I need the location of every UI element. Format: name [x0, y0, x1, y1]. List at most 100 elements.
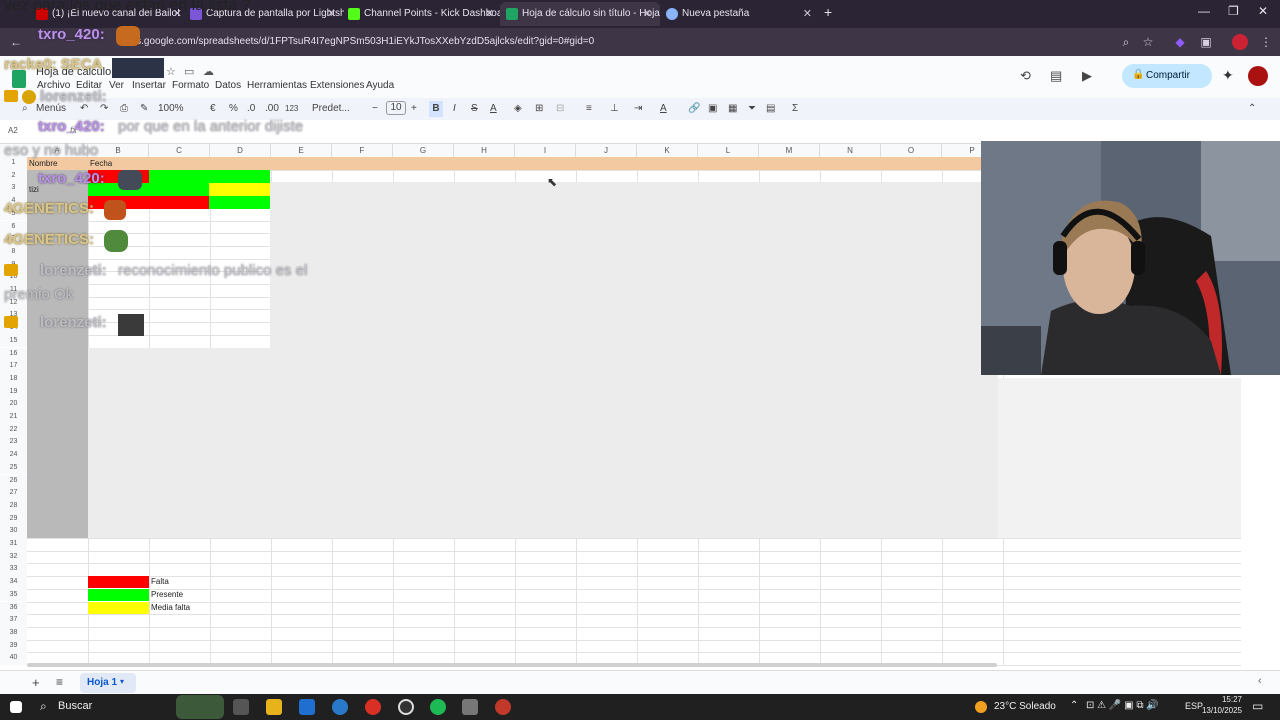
row-header[interactable]: 3 — [0, 182, 27, 196]
row-header[interactable]: 2 — [0, 169, 27, 183]
text-wrap-icon[interactable]: ⇥ — [634, 101, 642, 117]
font-select[interactable]: Predet... — [312, 101, 350, 117]
currency-button[interactable]: € — [210, 101, 216, 117]
percent-button[interactable]: % — [229, 101, 238, 117]
borders-icon[interactable]: ⊞ — [535, 101, 543, 117]
row-header[interactable]: 21 — [0, 411, 27, 424]
browser-tab[interactable]: Nueva pestaña ✕ — [660, 2, 820, 26]
row-header[interactable]: 31 — [0, 538, 27, 551]
insert-link-icon[interactable]: 🔗 — [688, 101, 700, 117]
sheet-tab-active[interactable]: Hoja 1 ▾ — [80, 673, 136, 693]
settings-gear-icon[interactable] — [462, 699, 478, 715]
column-header[interactable]: N — [820, 144, 881, 157]
move-folder-icon[interactable]: ▭ — [184, 65, 194, 78]
row-header[interactable]: 28 — [0, 499, 27, 513]
spotify-icon[interactable] — [430, 699, 446, 715]
row-header[interactable]: 27 — [0, 487, 27, 500]
menu-herramientas[interactable]: Herramientas — [247, 80, 307, 91]
column-header[interactable]: H — [454, 144, 515, 157]
row-header[interactable]: 33 — [0, 563, 27, 577]
close-icon[interactable]: ✕ — [327, 2, 336, 26]
row-header[interactable]: 17 — [0, 360, 27, 373]
search-icon[interactable]: ⌕ — [40, 699, 47, 714]
row-header[interactable]: 16 — [0, 347, 27, 361]
history-icon[interactable]: ⟲ — [1020, 68, 1031, 84]
chrome-icon[interactable] — [365, 699, 381, 715]
column-header[interactable]: E — [271, 144, 332, 157]
row-header[interactable]: 34 — [0, 576, 27, 589]
close-icon[interactable]: ✕ — [643, 2, 652, 26]
row-header[interactable]: 36 — [0, 601, 27, 615]
cell-d3-media-falta[interactable] — [209, 183, 270, 196]
column-header[interactable]: J — [576, 144, 637, 157]
row-header[interactable]: 26 — [0, 474, 27, 488]
row-header[interactable]: 29 — [0, 512, 27, 526]
browser-menu-icon[interactable]: ⋮ — [1258, 34, 1274, 50]
cell-c2-presente[interactable] — [149, 170, 270, 183]
text-rotation-icon[interactable]: A — [660, 101, 667, 117]
row-header[interactable]: 30 — [0, 525, 27, 538]
menu-ayuda[interactable]: Ayuda — [366, 80, 394, 91]
collapse-menus-icon[interactable]: ⌃ — [1248, 101, 1256, 117]
chevron-down-icon[interactable]: ▾ — [120, 677, 124, 686]
clock-date[interactable]: 13/10/2025 — [1200, 706, 1242, 715]
cell-a1[interactable]: Nombre — [27, 158, 88, 170]
row-header[interactable]: 39 — [0, 639, 27, 653]
comments-icon[interactable]: ▤ — [1050, 68, 1062, 84]
menu-extensiones[interactable]: Extensiones — [310, 80, 364, 91]
merge-cells-icon[interactable]: ⊟ — [556, 101, 564, 117]
filter-icon[interactable]: ⏷ — [748, 101, 756, 117]
font-size-increase-icon[interactable]: + — [411, 101, 417, 117]
tray-chevron-icon[interactable]: ⌃ — [1070, 700, 1078, 711]
legend-label-presente[interactable]: Presente — [149, 589, 183, 601]
weather-text[interactable]: 23°C Soleado — [994, 701, 1056, 712]
close-icon[interactable]: ✕ — [803, 2, 812, 26]
browser-tab[interactable]: Channel Points - Kick Dashboard ✕ — [342, 2, 502, 26]
column-header[interactable]: I — [515, 144, 576, 157]
row-header[interactable]: 35 — [0, 588, 27, 602]
bold-icon[interactable]: B — [429, 101, 443, 117]
name-box[interactable]: A2 — [8, 126, 18, 135]
insert-chart-icon[interactable]: ▦ — [728, 101, 737, 117]
file-explorer-icon[interactable] — [266, 699, 282, 715]
zoom-icon[interactable]: ⌕ — [1118, 34, 1134, 50]
number-format-button[interactable]: 123 — [285, 101, 298, 117]
menu-formato[interactable]: Formato — [172, 80, 209, 91]
browser-tab-active[interactable]: Hoja de cálculo sin título - Hojas ✕ — [500, 2, 660, 26]
paint-format-icon[interactable]: ✎ — [140, 101, 148, 117]
share-button[interactable]: 🔒 Compartir — [1122, 64, 1212, 88]
functions-icon[interactable]: Σ — [792, 101, 798, 117]
column-header[interactable]: M — [759, 144, 820, 157]
cell-b3-presente[interactable] — [88, 183, 209, 196]
row-header[interactable]: 24 — [0, 449, 27, 462]
fill-color-icon[interactable]: ◈ — [514, 101, 522, 117]
minimize-icon[interactable]: — — [1198, 4, 1210, 18]
new-tab-button[interactable]: + — [824, 4, 832, 20]
decrease-decimal-button[interactable]: .0 — [247, 101, 255, 117]
notifications-icon[interactable]: ▭ — [1252, 699, 1263, 713]
task-view-icon[interactable] — [233, 699, 249, 715]
cell-d4-presente[interactable] — [209, 196, 270, 209]
row-header[interactable]: 19 — [0, 385, 27, 399]
row-header[interactable]: 15 — [0, 334, 27, 348]
row-header[interactable]: 23 — [0, 436, 27, 450]
increase-decimal-button[interactable]: .00 — [265, 101, 279, 117]
gemini-icon[interactable]: ✦ — [1222, 67, 1234, 84]
row-header[interactable]: 20 — [0, 398, 27, 411]
column-header[interactable]: O — [881, 144, 942, 157]
horizontal-scrollbar[interactable] — [27, 663, 997, 667]
extension-icon[interactable]: ◆ — [1172, 34, 1188, 50]
column-header[interactable]: G — [393, 144, 454, 157]
meet-icon[interactable]: ▶ — [1082, 68, 1092, 84]
bookmark-star-icon[interactable]: ☆ — [1140, 34, 1156, 50]
row-header[interactable]: 18 — [0, 372, 27, 386]
align-horizontal-icon[interactable]: ≡ — [586, 101, 592, 117]
font-size-decrease-icon[interactable]: − — [372, 101, 378, 117]
user-avatar[interactable] — [1248, 66, 1268, 86]
menu-insertar[interactable]: Insertar — [132, 80, 166, 91]
row-header[interactable]: 25 — [0, 461, 27, 475]
column-header[interactable]: L — [698, 144, 759, 157]
legend-label-falta[interactable]: Falta — [149, 576, 169, 588]
store-icon[interactable] — [299, 699, 315, 715]
align-vertical-icon[interactable]: ⊥ — [610, 101, 619, 117]
